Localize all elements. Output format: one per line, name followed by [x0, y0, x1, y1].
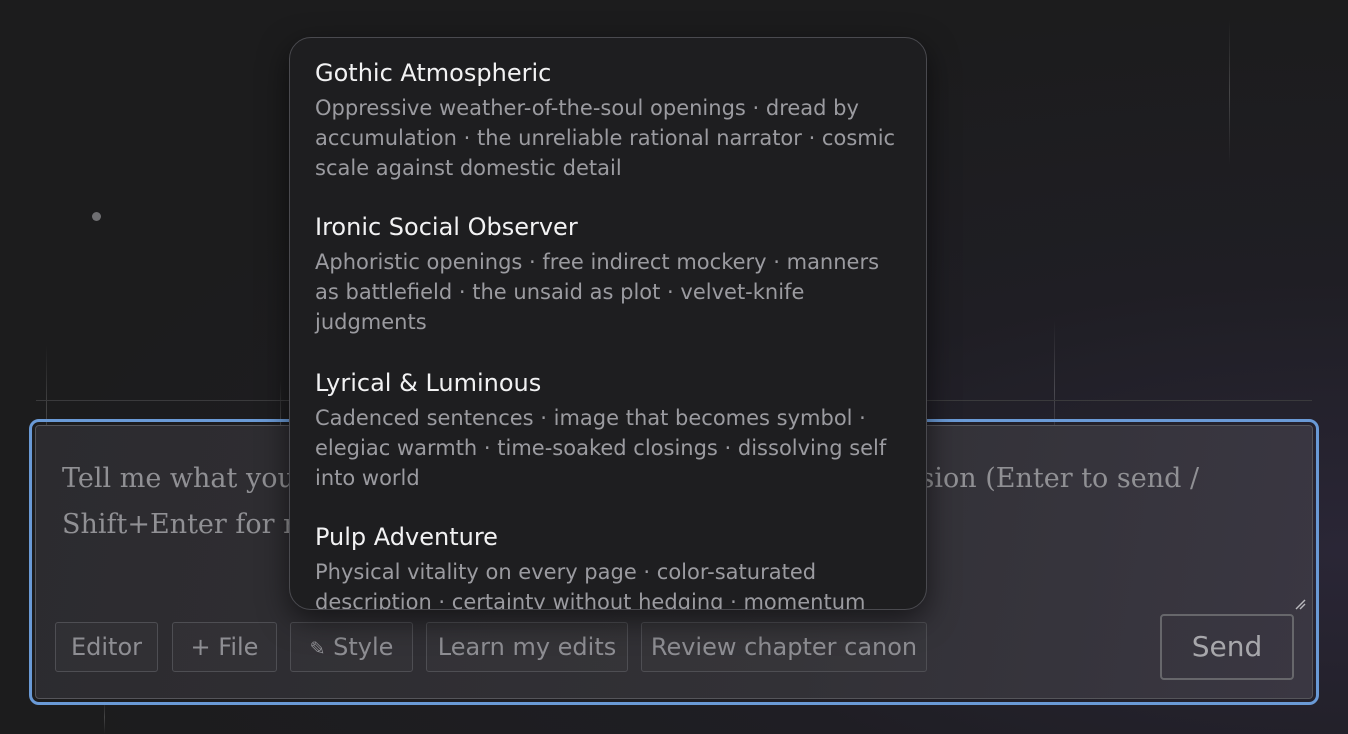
background-dot: [92, 212, 101, 221]
style-option-description: Cadenced sentences · image that becomes …: [315, 406, 887, 490]
style-option-description: Aphoristic openings · free indirect mock…: [315, 250, 880, 334]
style-button-label: Style: [333, 633, 394, 661]
style-option-name: Pulp Adventure: [315, 523, 498, 551]
background-line: [104, 700, 105, 734]
review-chapter-canon-button[interactable]: Review chapter canon: [641, 622, 927, 672]
learn-edits-button[interactable]: Learn my edits: [426, 622, 628, 672]
send-button[interactable]: Send: [1160, 614, 1294, 680]
style-option-gothic-atmospheric[interactable]: Gothic Atmospheric Oppressive weather-of…: [315, 58, 905, 183]
style-option-description: Oppressive weather-of-the-soul openings …: [315, 96, 896, 180]
style-menu: Gothic Atmospheric Oppressive weather-of…: [289, 37, 927, 610]
style-option-name: Lyrical & Luminous: [315, 369, 542, 397]
add-file-button[interactable]: + File: [172, 622, 277, 672]
style-option-ironic-social-observer[interactable]: Ironic Social Observer Aphoristic openin…: [315, 212, 905, 337]
style-option-description: Physical vitality on every page · color-…: [315, 560, 866, 610]
resize-grip-icon[interactable]: [1294, 598, 1306, 610]
background-line: [1229, 20, 1230, 165]
editor-button[interactable]: Editor: [55, 622, 158, 672]
style-option-lyrical-luminous[interactable]: Lyrical & Luminous Cadenced sentences · …: [315, 368, 905, 493]
pencil-icon: ✎: [309, 638, 326, 660]
style-option-name: Ironic Social Observer: [315, 213, 578, 241]
style-button[interactable]: ✎ Style: [290, 622, 413, 672]
style-option-pulp-adventure[interactable]: Pulp Adventure Physical vitality on ever…: [315, 522, 905, 610]
style-option-name: Gothic Atmospheric: [315, 59, 552, 87]
